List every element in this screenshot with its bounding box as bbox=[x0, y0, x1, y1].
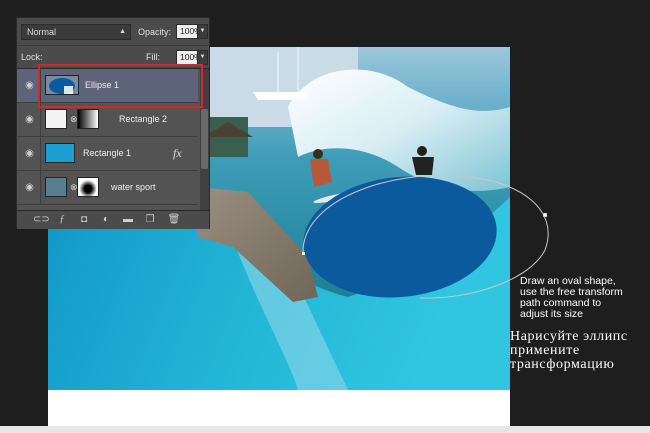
fill-dropdown-button[interactable]: ▼ bbox=[197, 50, 208, 65]
layer-effects-icon[interactable]: fx bbox=[173, 146, 182, 161]
layer-name: water sport bbox=[111, 182, 156, 192]
layer-name: Rectangle 2 bbox=[119, 114, 168, 124]
scrollbar-thumb[interactable] bbox=[201, 109, 208, 169]
delete-layer-icon[interactable]: 🗑 bbox=[167, 213, 181, 227]
layer-name: Rectangle 1 bbox=[83, 148, 132, 158]
layer-row-rectangle-2[interactable]: ◉ ⊗ Rectangle 2 bbox=[17, 103, 198, 137]
instruction-ru-line-3: трансформацию bbox=[510, 357, 615, 372]
visibility-eye-icon[interactable]: ◉ bbox=[24, 114, 35, 125]
opacity-input[interactable]: 100% bbox=[176, 24, 202, 39]
layer-thumbnail bbox=[45, 177, 67, 197]
layer-name: Ellipse 1 bbox=[85, 80, 120, 90]
select-arrows-icon: ▲ bbox=[119, 28, 126, 35]
instruction-line-4: adjust its size bbox=[520, 308, 584, 320]
free-transform-path[interactable] bbox=[302, 174, 549, 299]
layers-scrollbar[interactable] bbox=[200, 69, 209, 220]
layers-panel: Normal ▲ Opacity: 100% ▼ Lock: ▦ ✎ ✥ ■ F… bbox=[16, 17, 210, 229]
add-mask-icon[interactable]: ◘ bbox=[77, 213, 91, 227]
visibility-eye-icon[interactable]: ◉ bbox=[24, 182, 35, 193]
bottom-strip bbox=[0, 426, 650, 433]
transform-handle-left[interactable] bbox=[302, 252, 305, 255]
lock-label: Lock: bbox=[21, 52, 43, 62]
layers-toolbar: ⊂⊃ ƒ ◘ ◐ ▬ ❐ 🗑 bbox=[17, 210, 209, 229]
layer-mask-thumbnail bbox=[77, 177, 99, 197]
instruction-ru-line-2: примените bbox=[510, 343, 580, 358]
layer-row-ellipse[interactable]: ◉ Ellipse 1 bbox=[17, 69, 198, 103]
layer-row-water-sport[interactable]: ◉ ⊗ water sport bbox=[17, 171, 198, 205]
instruction-russian: Нарисуйте эллипс примените трансформацию bbox=[510, 330, 650, 372]
add-style-icon[interactable]: ƒ bbox=[55, 213, 69, 227]
layer-list: ◉ Ellipse 1 ◉ ⊗ Rectangle 2 ◉ Rectangle … bbox=[17, 69, 198, 220]
opacity-label: Opacity: bbox=[138, 27, 172, 37]
fill-label: Fill: bbox=[146, 52, 160, 62]
opacity-dropdown-button[interactable]: ▼ bbox=[197, 24, 208, 39]
visibility-eye-icon[interactable]: ◉ bbox=[24, 80, 35, 91]
new-layer-icon[interactable]: ❐ bbox=[143, 213, 157, 227]
link-layers-icon[interactable]: ⊂⊃ bbox=[33, 213, 50, 227]
instruction-ru-line-1: Нарисуйте эллипс bbox=[510, 329, 628, 344]
instruction-english: Draw an oval shape, use the free transfo… bbox=[520, 276, 650, 320]
blend-mode-value: Normal bbox=[27, 27, 57, 37]
blend-row: Normal ▲ Opacity: 100% ▼ bbox=[17, 18, 209, 46]
transform-handle[interactable] bbox=[542, 212, 548, 218]
layer-thumbnail bbox=[45, 109, 67, 129]
new-group-icon[interactable]: ▬ bbox=[121, 213, 135, 227]
layer-row-rectangle-1[interactable]: ◉ Rectangle 1 fx bbox=[17, 137, 198, 171]
adjustment-layer-icon[interactable]: ◐ bbox=[99, 213, 113, 227]
fill-input[interactable]: 100% bbox=[176, 50, 202, 65]
blend-mode-select[interactable]: Normal ▲ bbox=[21, 24, 131, 40]
lock-row: Lock: ▦ ✎ ✥ ■ Fill: 100% ▼ bbox=[17, 46, 209, 90]
layer-thumbnail bbox=[45, 75, 79, 95]
layer-thumbnail bbox=[45, 143, 75, 163]
layer-mask-thumbnail bbox=[77, 109, 99, 129]
visibility-eye-icon[interactable]: ◉ bbox=[24, 148, 35, 159]
